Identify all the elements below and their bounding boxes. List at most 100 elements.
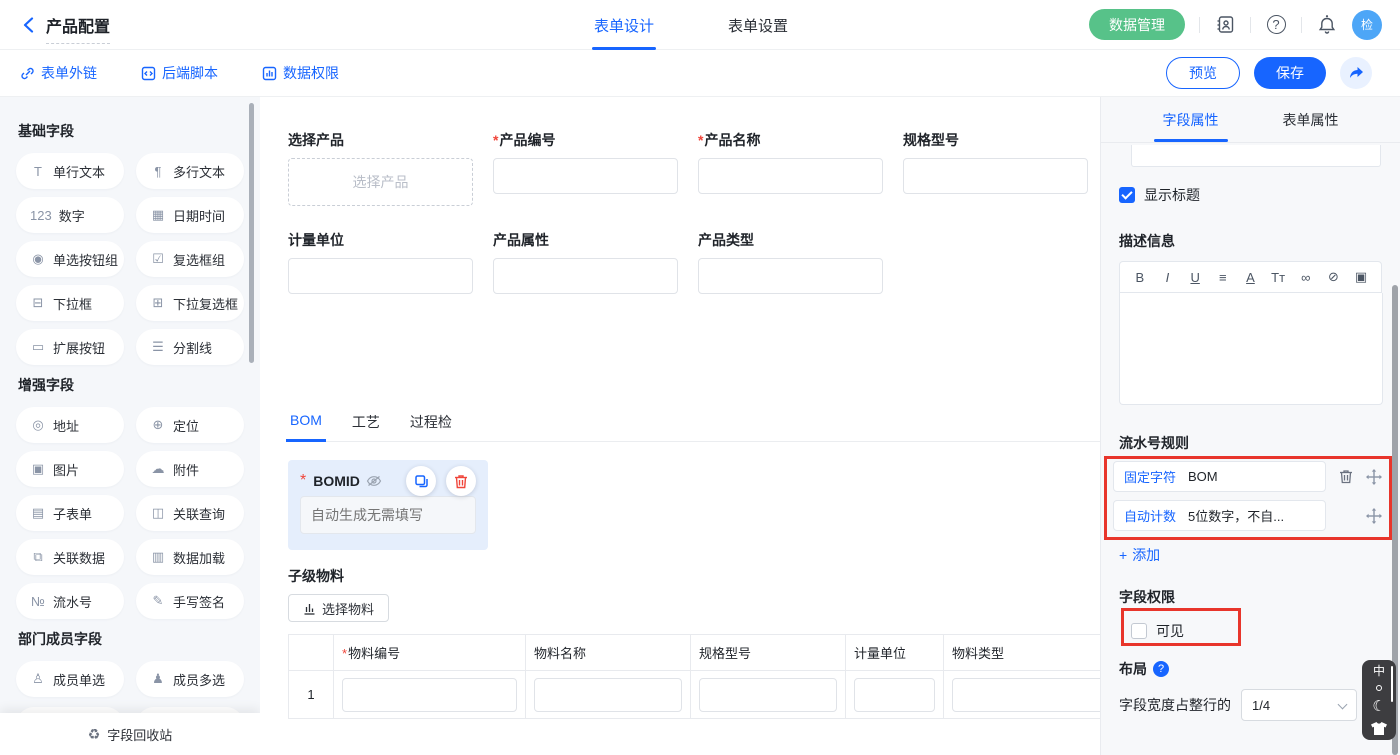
canvas-tab[interactable]: 过程检: [408, 412, 454, 441]
field-pill[interactable]: ⧉ 关联数据: [16, 539, 124, 575]
add-rule-button[interactable]: + 添加: [1119, 545, 1400, 565]
field-pill[interactable]: 123 数字: [16, 197, 124, 233]
field-pill[interactable]: ¶ 多行文本: [136, 153, 244, 189]
sidebar-scrollbar[interactable]: [249, 103, 254, 363]
contact-book-icon[interactable]: [1214, 14, 1236, 36]
required-mark: *: [493, 132, 498, 148]
back-button[interactable]: [18, 15, 38, 35]
user-avatar[interactable]: 检: [1352, 10, 1382, 40]
rich-text-tool[interactable]: U: [1188, 270, 1202, 285]
visible-checkbox[interactable]: [1131, 623, 1147, 639]
rich-text-tool[interactable]: I: [1160, 270, 1174, 285]
form-field[interactable]: *产品名称: [698, 130, 883, 206]
field-pill[interactable]: ✎ 手写签名: [136, 583, 244, 619]
field-pill[interactable]: ▣ 图片: [16, 451, 124, 487]
rich-text-tool[interactable]: ▣: [1354, 269, 1368, 285]
bomid-input[interactable]: [300, 496, 476, 534]
field-pill-icon: ⊞: [150, 295, 166, 311]
cell-input[interactable]: [342, 678, 517, 712]
canvas-tab[interactable]: BOM: [288, 412, 324, 441]
bomid-field-selected[interactable]: * BOMID: [288, 460, 488, 550]
tshirt-icon[interactable]: [1371, 722, 1387, 735]
canvas-tab[interactable]: 工艺: [350, 412, 382, 441]
cell-input[interactable]: [952, 678, 1100, 712]
title-input-partial[interactable]: [1131, 145, 1381, 167]
form-field[interactable]: *产品编号: [493, 130, 678, 206]
show-title-checkbox[interactable]: [1119, 187, 1135, 203]
cell-input[interactable]: [699, 678, 837, 712]
rich-text-tool[interactable]: ∞: [1299, 270, 1313, 285]
data-manage-button[interactable]: 数据管理: [1089, 9, 1185, 40]
form-field[interactable]: 产品属性: [493, 230, 678, 294]
field-recycle-bin[interactable]: ♻ 字段回收站: [0, 713, 260, 755]
field-pill[interactable]: ☁ 附件: [136, 451, 244, 487]
copy-field-button[interactable]: [406, 466, 436, 496]
cell-input[interactable]: [534, 678, 682, 712]
field-pill[interactable]: ⊞ 下拉复选框: [136, 285, 244, 321]
notification-bell-icon[interactable]: [1316, 14, 1338, 36]
share-button[interactable]: [1340, 57, 1372, 89]
delete-rule-icon[interactable]: [1339, 469, 1353, 484]
field-pill[interactable]: ◉ 单选按钮组: [16, 241, 124, 277]
serial-rule-fixed[interactable]: 固定字符 BOM: [1113, 461, 1326, 492]
save-button[interactable]: 保存: [1254, 57, 1326, 89]
field-pill[interactable]: ⊕ 定位: [136, 407, 244, 443]
form-design-canvas[interactable]: 选择产品 选择产品 *产品编号 *产品名称 *规格型号 计量单位 产品属: [260, 97, 1100, 755]
form-field[interactable]: *规格型号: [903, 130, 1088, 206]
field-pill[interactable]: ☰ 分割线: [136, 329, 244, 365]
field-pill[interactable]: T 单行文本: [16, 153, 124, 189]
field-pill[interactable]: ◫ 关联查询: [136, 495, 244, 531]
field-input[interactable]: [698, 158, 883, 194]
serial-rule-row: 自动计数 5位数字，不自...: [1113, 500, 1390, 531]
product-picker-button[interactable]: 选择产品: [288, 158, 473, 206]
form-field[interactable]: 产品类型: [698, 230, 883, 294]
field-pill[interactable]: ▦ 日期时间: [136, 197, 244, 233]
rich-text-tool[interactable]: A: [1243, 270, 1257, 285]
delete-field-button[interactable]: [446, 466, 476, 496]
field-input[interactable]: [493, 258, 678, 294]
data-permission-button[interactable]: 数据权限: [262, 63, 339, 83]
field-pill[interactable]: ▤ 子表单: [16, 495, 124, 531]
ring-icon[interactable]: [1376, 685, 1382, 691]
serial-rule-counter[interactable]: 自动计数 5位数字，不自...: [1113, 500, 1326, 531]
form-external-link-button[interactable]: 表单外链: [20, 63, 97, 83]
field-pill-icon: ▣: [30, 461, 46, 477]
field-pill[interactable]: № 流水号: [16, 583, 124, 619]
rich-text-tool[interactable]: ⊘: [1326, 269, 1340, 285]
move-rule-icon[interactable]: [1366, 508, 1382, 524]
layout-help-icon[interactable]: ?: [1153, 661, 1169, 677]
preview-button[interactable]: 预览: [1166, 57, 1240, 89]
field-pill-label: 流水号: [53, 592, 92, 611]
backend-script-button[interactable]: 后端脚本: [141, 63, 218, 83]
select-material-button[interactable]: 选择物料: [288, 594, 389, 622]
field-pill[interactable]: ♙ 成员单选: [16, 661, 124, 697]
field-pill[interactable]: ♟ 成员多选: [136, 661, 244, 697]
field-width-select[interactable]: 1/4: [1241, 689, 1357, 721]
field-input[interactable]: [493, 158, 678, 194]
cell-input[interactable]: [854, 678, 935, 712]
rich-text-tool[interactable]: Tт: [1271, 270, 1285, 285]
move-rule-icon[interactable]: [1366, 469, 1382, 485]
dark-mode-moon-icon[interactable]: ☾: [1372, 699, 1385, 714]
language-toggle[interactable]: 中: [1373, 665, 1385, 677]
help-icon[interactable]: ?: [1265, 14, 1287, 36]
tab-field-properties[interactable]: 字段属性: [1160, 97, 1222, 142]
widget-scrollbar: [1391, 666, 1393, 702]
field-input[interactable]: [698, 258, 883, 294]
field-product-picker[interactable]: 选择产品 选择产品: [288, 130, 473, 206]
field-pill[interactable]: ◎ 地址: [16, 407, 124, 443]
tab-form-design[interactable]: 表单设计: [592, 0, 656, 50]
field-input[interactable]: [903, 158, 1088, 194]
description-textarea[interactable]: [1119, 293, 1383, 405]
field-pill-icon: ▤: [30, 505, 46, 521]
field-input[interactable]: [288, 258, 473, 294]
rich-text-tool[interactable]: ≡: [1216, 270, 1230, 285]
field-pill[interactable]: ☑ 复选框组: [136, 241, 244, 277]
tab-form-settings[interactable]: 表单设置: [726, 0, 790, 50]
field-pill[interactable]: ▥ 数据加载: [136, 539, 244, 575]
rich-text-tool[interactable]: B: [1133, 270, 1147, 285]
form-field[interactable]: 计量单位: [288, 230, 473, 294]
field-pill[interactable]: ▭ 扩展按钮: [16, 329, 124, 365]
field-pill[interactable]: ⊟ 下拉框: [16, 285, 124, 321]
tab-form-properties[interactable]: 表单属性: [1280, 97, 1342, 142]
